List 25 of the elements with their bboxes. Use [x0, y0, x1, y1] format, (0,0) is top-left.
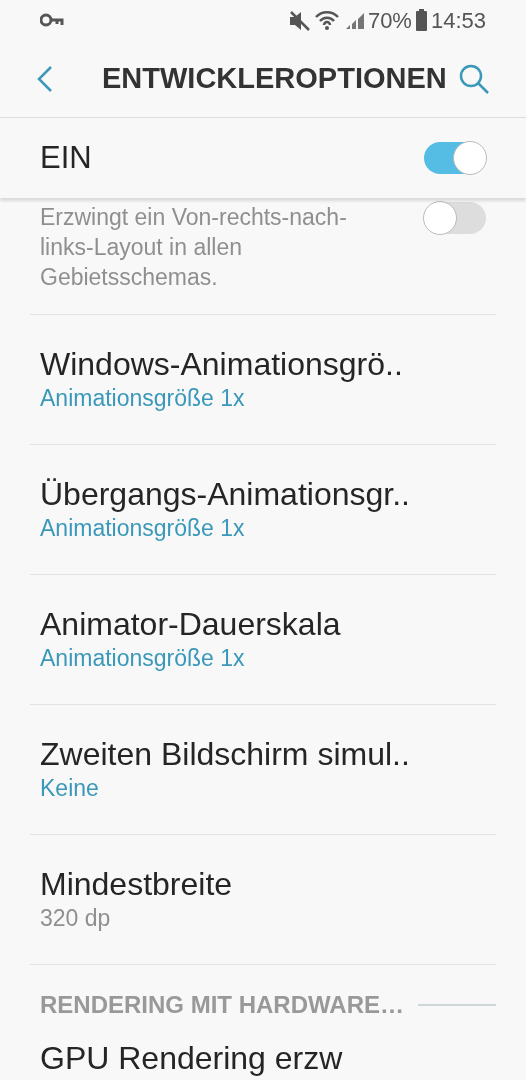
section-header: RENDERING MIT HARDWARE… — [40, 990, 404, 1020]
setting-value: 320 dp — [40, 903, 112, 933]
setting-value: Keine — [40, 773, 100, 803]
search-button[interactable] — [458, 62, 490, 95]
battery-icon — [415, 9, 427, 31]
setting-title[interactable]: GPU Rendering erzw — [40, 1039, 496, 1078]
setting-title[interactable]: Übergangs-Animationsgr.. — [40, 475, 486, 514]
battery-percentage: 70% — [367, 6, 412, 35]
back-button[interactable] — [36, 64, 54, 93]
setting-title[interactable]: Zweiten Bildschirm simul.. — [40, 735, 486, 774]
setting-description: Erzwingt ein Von-rechts-nach-links-Layout in allen Gebietsschemas. — [40, 203, 348, 292]
key-icon — [40, 13, 64, 27]
setting-toggle[interactable] — [424, 202, 486, 234]
master-toggle[interactable] — [424, 142, 486, 174]
clock-time: 14:53 — [430, 6, 486, 35]
setting-value: Animationsgröße 1x — [40, 643, 246, 673]
mute-icon — [287, 9, 310, 31]
wifi-icon — [313, 9, 340, 31]
page-title: ENTWICKLEROPTIONEN — [102, 60, 447, 96]
setting-title[interactable]: Windows-Animationsgrö.. — [40, 345, 486, 384]
master-switch-label: EIN — [40, 138, 92, 177]
setting-value: Animationsgröße 1x — [40, 383, 246, 413]
setting-title[interactable]: Animator-Dauerskala — [40, 605, 486, 644]
setting-title[interactable]: Mindestbreite — [40, 865, 486, 904]
setting-value: Animationsgröße 1x — [40, 513, 246, 543]
